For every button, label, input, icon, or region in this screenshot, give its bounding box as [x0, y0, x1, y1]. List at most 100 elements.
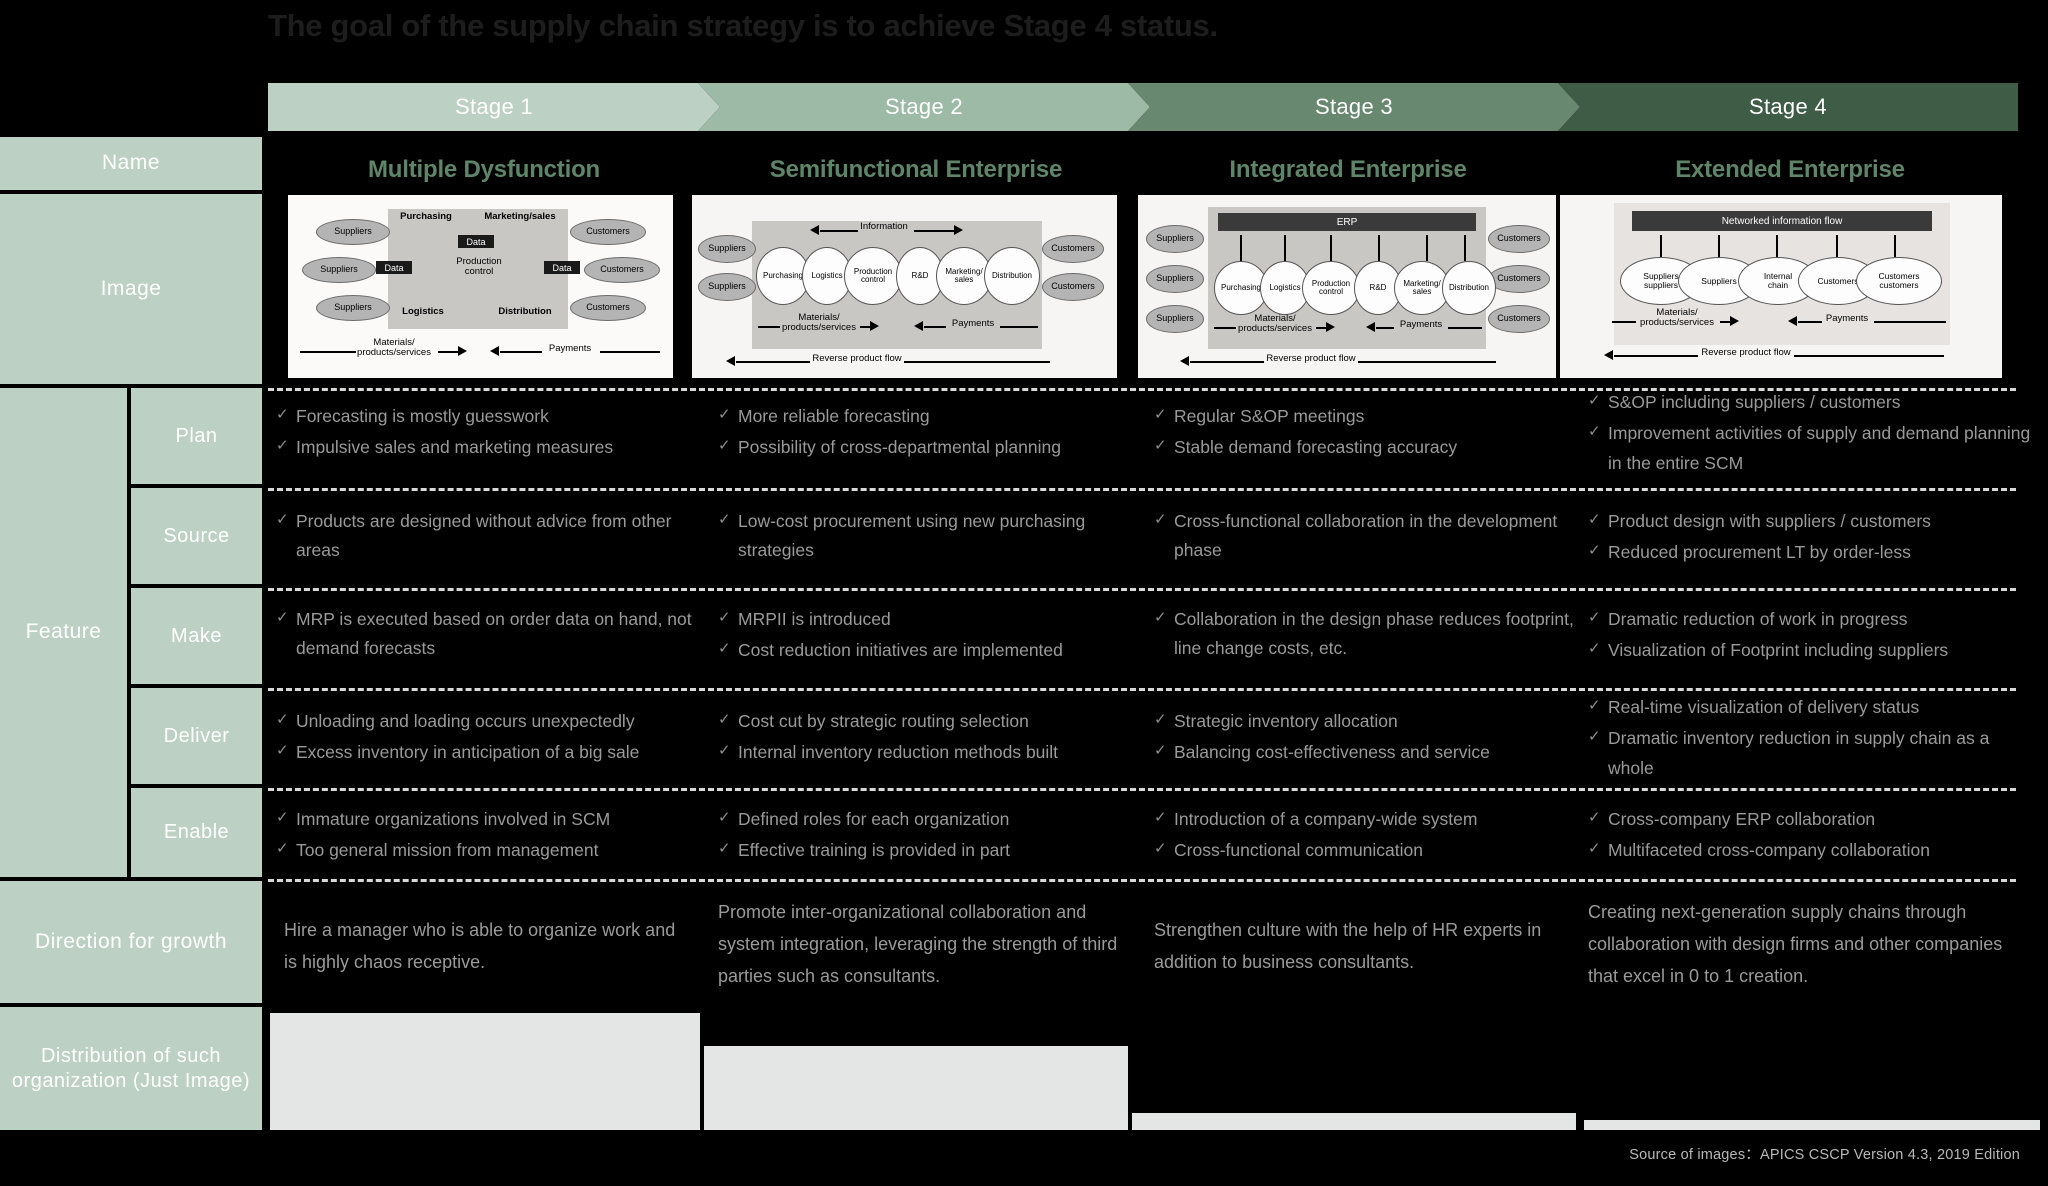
row-label-feature: Feature: [0, 388, 127, 877]
stage-name-4-text: Extended Enterprise: [1675, 156, 1905, 183]
separator-enable-bottom: [268, 879, 2016, 882]
stage-header-4[interactable]: Stage 4: [1558, 83, 2018, 131]
separator-make-top: [268, 588, 2016, 591]
flow-materials: Materials/products/services: [1238, 313, 1312, 335]
feature-cell-make-2: ✓ MRPII is introduced ✓ Cost reduction ini…: [718, 605, 1136, 668]
check-icon: ✓: [718, 742, 731, 760]
check-icon: ✓: [276, 840, 289, 858]
chain-production-control: Production control: [1302, 261, 1360, 315]
check-icon: ✓: [1588, 640, 1601, 658]
list-item: ✓ Cross-company ERP collaboration: [1588, 805, 2040, 834]
feature-cell-deliver-3: ✓ Strategic inventory allocation ✓ Balanci…: [1154, 707, 1572, 770]
stage-name-2-text: Semifunctional Enterprise: [769, 156, 1063, 183]
check-icon: ✓: [276, 742, 289, 760]
feature-cell-deliver-4: ✓ Real-time visualization of delivery sta…: [1588, 693, 2036, 785]
feature-cell-plan-2: ✓ More reliable forecasting ✓ Possibility …: [718, 402, 1136, 465]
list-item: ✓ Cross-functional communication: [1154, 836, 1572, 865]
direction-cell-2: Promote inter-organizational collaborati…: [718, 902, 1118, 987]
check-icon: ✓: [276, 437, 289, 455]
check-icon: ✓: [1154, 809, 1167, 826]
stage-name-1-text: Multiple Dysfunction: [368, 156, 600, 183]
row-label-feature-text: Feature: [25, 620, 102, 644]
check-icon: ✓: [276, 609, 289, 626]
list-item: ✓ Dramatic inventory reduction in supply …: [1588, 724, 2036, 783]
row-label-deliver-text: Deliver: [163, 724, 230, 747]
row-label-plan-text: Plan: [175, 424, 218, 447]
row-label-make-text: Make: [171, 624, 222, 647]
stage-name-3-text: Integrated Enterprise: [1229, 156, 1467, 183]
ellipse-customers: Customers: [1488, 225, 1550, 253]
list-item: ✓ Immature organizations involved in SCM: [276, 805, 694, 834]
list-item: ✓ Effective training is provided in part: [718, 836, 1136, 865]
stage-header-2[interactable]: Stage 2: [698, 83, 1150, 131]
check-icon: ✓: [718, 711, 731, 728]
check-icon: ✓: [276, 511, 289, 528]
list-item: ✓ Strategic inventory allocation: [1154, 707, 1572, 736]
label-distribution: Distribution: [498, 306, 552, 317]
list-item: ✓ Collaboration in the design phase reduc…: [1154, 605, 1584, 664]
check-icon: ✓: [276, 406, 289, 423]
flow-reverse: Reverse product flow: [1701, 347, 1791, 358]
feature-cell-plan-4: ✓ S&OP including suppliers / customers ✓ I…: [1588, 388, 2036, 480]
check-icon: ✓: [276, 809, 289, 826]
ellipse-suppliers: Suppliers: [1146, 225, 1204, 253]
list-item: ✓ Reduced procurement LT by order-less: [1588, 538, 2036, 567]
distribution-bar-stage-1: [270, 1013, 700, 1130]
chain-customers-customers: Customers customers: [1856, 257, 1942, 305]
check-icon: ✓: [718, 640, 731, 658]
distribution-bar-stage-4: [1584, 1120, 2040, 1130]
list-item: ✓ Balancing cost-effectiveness and servic…: [1154, 738, 1572, 767]
list-item: ✓ Dramatic reduction of work in progress: [1588, 605, 2040, 634]
bar-networked-information-flow: Networked information flow: [1632, 211, 1932, 231]
list-item: ✓ More reliable forecasting: [718, 402, 1136, 431]
stage-name-1: Multiple Dysfunction: [268, 150, 700, 190]
chain-production-control: Production control: [844, 247, 902, 305]
check-icon: ✓: [1588, 423, 1601, 441]
feature-cell-plan-3: ✓ Regular S&OP meetings ✓ Stable demand fo…: [1154, 402, 1572, 465]
ellipse-suppliers: Suppliers: [1146, 265, 1204, 293]
ellipse-customers: Customers: [1042, 273, 1104, 301]
list-item: ✓ MRP is executed based on order data on …: [276, 605, 694, 664]
stage-header-3-label: Stage 3: [1315, 94, 1393, 119]
flow-payments: Payments: [951, 318, 995, 329]
check-icon: ✓: [718, 840, 731, 858]
row-label-name: Name: [0, 137, 262, 190]
row-label-deliver: Deliver: [131, 688, 262, 784]
row-label-source-text: Source: [163, 524, 230, 547]
row-label-direction-text: Direction for growth: [34, 929, 228, 953]
data-tag: Data: [376, 261, 412, 274]
ellipse-suppliers: Suppliers: [698, 235, 756, 263]
feature-cell-source-2: ✓ Low-cost procurement using new purchasi…: [718, 507, 1136, 568]
row-label-make: Make: [131, 588, 262, 684]
list-item: ✓ Cost cut by strategic routing selection: [718, 707, 1136, 736]
check-icon: ✓: [1154, 406, 1167, 423]
feature-cell-plan-1: ✓ Forecasting is mostly guesswork ✓ Impuls…: [276, 402, 694, 465]
list-item: ✓ Unloading and loading occurs unexpected…: [276, 707, 700, 736]
stage-image-3: ERP Suppliers Suppliers Suppliers Custom…: [1138, 195, 1556, 378]
stage-header-3[interactable]: Stage 3: [1128, 83, 1580, 131]
list-item: ✓ Possibility of cross-departmental plann…: [718, 433, 1136, 462]
list-item: ✓ Defined roles for each organization: [718, 805, 1136, 834]
list-item: ✓ MRPII is introduced: [718, 605, 1136, 634]
feature-cell-deliver-1: ✓ Unloading and loading occurs unexpected…: [276, 707, 700, 770]
label-purchasing: Purchasing: [400, 211, 452, 222]
direction-cell-3: Strengthen culture with the help of HR e…: [1154, 920, 1542, 973]
check-icon: ✓: [1588, 728, 1601, 746]
list-item: ✓ Too general mission from management: [276, 836, 694, 865]
ellipse-suppliers: Suppliers: [1146, 305, 1204, 333]
check-icon: ✓: [1154, 840, 1167, 858]
page-title: The goal of the supply chain strategy is…: [268, 8, 1218, 43]
check-icon: ✓: [718, 511, 731, 528]
check-icon: ✓: [276, 711, 289, 728]
feature-cell-deliver-2: ✓ Cost cut by strategic routing selection…: [718, 707, 1136, 770]
stage-header-bar: Stage 1 Stage 2 Stage 3 Stage 4: [268, 83, 2018, 131]
stage-name-3: Integrated Enterprise: [1132, 150, 1564, 190]
stage-image-1: Suppliers Suppliers Suppliers Customers …: [288, 195, 673, 378]
stage-header-1[interactable]: Stage 1: [268, 83, 720, 131]
feature-cell-make-3: ✓ Collaboration in the design phase reduc…: [1154, 605, 1584, 666]
ellipse-suppliers: Suppliers: [316, 219, 390, 245]
feature-cell-source-1: ✓ Products are designed without advice fr…: [276, 507, 694, 568]
row-label-source: Source: [131, 488, 262, 584]
list-item: ✓ Improvement activities of supply and de…: [1588, 419, 2036, 478]
source-note: Source of images：APICS CSCP Version 4.3,…: [1629, 1147, 2020, 1163]
